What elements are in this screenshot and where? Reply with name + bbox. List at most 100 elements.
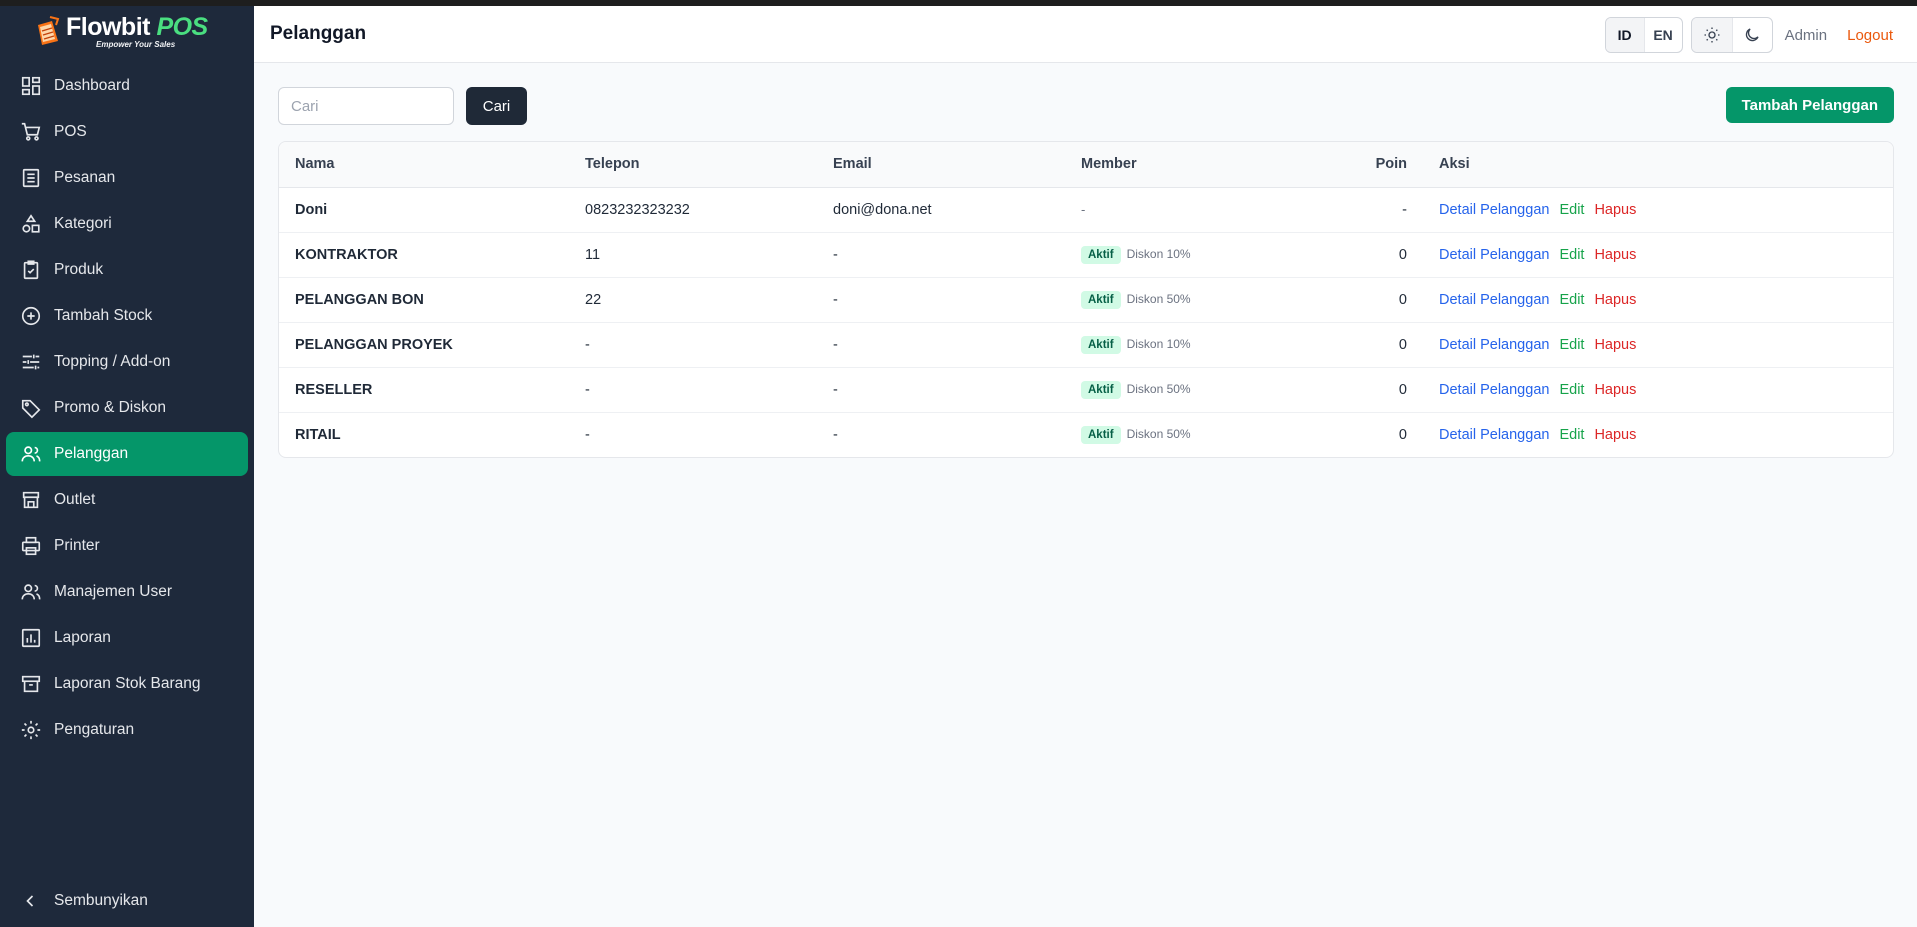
logout-link[interactable]: Logout <box>1847 27 1893 44</box>
column-header: Nama <box>279 142 585 188</box>
member-discount: Diskon 10% <box>1126 246 1191 261</box>
customer-email: - <box>833 322 1081 368</box>
store-icon <box>22 491 40 509</box>
sidebar-item-produk[interactable]: Produk <box>6 248 248 292</box>
delete-customer-link[interactable]: Hapus <box>1594 247 1636 263</box>
edit-customer-link[interactable]: Edit <box>1559 292 1584 308</box>
customer-member: Aktif Diskon 10% <box>1081 322 1329 368</box>
customer-name: PELANGGAN BON <box>279 277 585 323</box>
page-title: Pelanggan <box>270 23 367 44</box>
bar-chart-icon <box>21 628 41 648</box>
sidebar-item-outlet[interactable]: Outlet <box>6 478 248 522</box>
customer-email: - <box>833 426 838 443</box>
detail-customer-link[interactable]: Detail Pelanggan <box>1439 337 1549 353</box>
column-header: Aksi <box>1407 142 1893 188</box>
lang-id-button[interactable]: ID <box>1605 18 1644 52</box>
delete-customer-link[interactable]: Hapus <box>1594 427 1636 443</box>
detail-customer-link[interactable]: Detail Pelanggan <box>1439 427 1549 443</box>
customer-email: - <box>833 232 1081 278</box>
tag-icon <box>21 399 41 419</box>
customer-phone: - <box>585 322 833 368</box>
sidebar-item-kategori[interactable]: Kategori <box>6 202 248 246</box>
customer-member: Aktif Diskon 50% <box>1081 412 1329 457</box>
table-row: RESELLER - - Aktif Diskon 50% 0 Detail Pe… <box>279 367 1893 413</box>
sidebar-item-printer[interactable]: Printer <box>6 524 248 568</box>
sidebar-item-label: Topping / Add-on <box>54 353 171 370</box>
customer-name: KONTRAKTOR <box>279 232 585 278</box>
customer-phone: 11 <box>585 232 833 278</box>
sidebar-item-label: Manajemen User <box>54 583 173 600</box>
dark-theme-button[interactable] <box>1731 18 1772 52</box>
sidebar-item-label: Tambah Stock <box>54 307 153 324</box>
sidebar-item-label: POS <box>54 123 87 140</box>
sidebar-item-topping[interactable]: Topping / Add-on <box>6 340 248 384</box>
customer-name: PELANGGAN PROYEK <box>279 322 585 368</box>
member-discount: Diskon 50% <box>1126 381 1191 396</box>
edit-customer-link[interactable]: Edit <box>1559 427 1584 443</box>
edit-customer-link[interactable]: Edit <box>1559 337 1584 353</box>
sidebar-nav: Dashboard POS Pesanan Kategori Produk Ta… <box>0 64 254 752</box>
table-header-row: Nama Telepon Email Member Poin Aksi <box>279 142 1893 188</box>
row-actions: Detail Pelanggan Edit Hapus <box>1407 322 1893 368</box>
chevron-left-icon <box>26 895 34 907</box>
detail-customer-link[interactable]: Detail Pelanggan <box>1439 382 1549 398</box>
sidebar-item-label: Printer <box>54 537 100 554</box>
edit-customer-link[interactable]: Edit <box>1559 202 1584 218</box>
sidebar-item-laporan-stok[interactable]: Laporan Stok Barang <box>6 662 248 706</box>
column-header: Telepon <box>585 142 833 188</box>
sidebar-item-dashboard[interactable]: Dashboard <box>6 64 248 108</box>
customer-phone: - <box>585 426 590 443</box>
language-switcher: ID EN <box>1604 17 1683 53</box>
logo[interactable]: Flowbit POS Empower Your Sales <box>0 6 254 58</box>
customer-name: RITAIL <box>295 426 341 443</box>
receipt-icon <box>22 168 40 188</box>
delete-customer-link[interactable]: Hapus <box>1594 292 1636 308</box>
column-header: Email <box>833 142 1081 188</box>
detail-customer-link[interactable]: Detail Pelanggan <box>1439 247 1549 263</box>
column-header: Member <box>1081 142 1329 188</box>
sidebar-item-pelanggan[interactable]: Pelanggan <box>6 432 248 476</box>
cart-icon <box>21 122 41 141</box>
sidebar-item-label: Pelanggan <box>54 445 129 462</box>
sidebar-item-promo[interactable]: Promo & Diskon <box>6 386 248 430</box>
customer-points: 0 <box>1398 426 1407 443</box>
table-row: KONTRAKTOR 11 - Aktif Diskon 10% 0 Detail… <box>279 232 1893 278</box>
customer-member: Aktif Diskon 50% <box>1081 277 1329 323</box>
member-status-badge: Aktif <box>1081 335 1121 354</box>
search-input[interactable] <box>278 87 454 125</box>
detail-customer-link[interactable]: Detail Pelanggan <box>1439 292 1549 308</box>
sidebar-item-label: Laporan <box>54 629 111 646</box>
delete-customer-link[interactable]: Hapus <box>1594 382 1636 398</box>
sidebar-item-laporan[interactable]: Laporan <box>6 616 248 660</box>
delete-customer-link[interactable]: Hapus <box>1594 202 1636 218</box>
sidebar-collapse-label: Sembunyikan <box>54 892 148 909</box>
lang-en-button[interactable]: EN <box>1643 18 1682 52</box>
sidebar-item-manajemen-user[interactable]: Manajemen User <box>6 570 248 614</box>
customer-table: Nama Telepon Email Member Poin Aksi Doni… <box>279 142 1893 457</box>
archive-icon <box>21 675 41 693</box>
edit-customer-link[interactable]: Edit <box>1559 382 1584 398</box>
detail-customer-link[interactable]: Detail Pelanggan <box>1439 202 1549 218</box>
customer-email: - <box>833 277 1081 323</box>
delete-customer-link[interactable]: Hapus <box>1594 337 1636 353</box>
light-theme-button[interactable] <box>1691 18 1732 52</box>
customer-name: RESELLER <box>279 367 585 413</box>
sidebar-item-pesanan[interactable]: Pesanan <box>6 156 248 200</box>
brand-tagline: Empower Your Sales <box>96 40 176 49</box>
customer-points: 0 <box>1329 277 1407 323</box>
sidebar-item-tambah-stock[interactable]: Tambah Stock <box>6 294 248 338</box>
add-customer-button[interactable]: Tambah Pelanggan <box>1725 87 1894 123</box>
sidebar-item-pengaturan[interactable]: Pengaturan <box>6 708 248 752</box>
sidebar-collapse-button[interactable]: Sembunyikan <box>6 881 248 921</box>
customer-points: - <box>1329 187 1407 233</box>
edit-customer-link[interactable]: Edit <box>1559 247 1584 263</box>
row-actions: Detail Pelanggan Edit Hapus <box>1407 277 1893 323</box>
sidebar-item-pos[interactable]: POS <box>6 110 248 154</box>
member-status-badge: Aktif <box>1081 245 1121 264</box>
customer-email: - <box>833 367 1081 413</box>
table-row: Doni 0823232323232 doni@dona.net - - Det… <box>279 187 1893 233</box>
row-actions: Detail Pelanggan Edit Hapus <box>1407 232 1893 278</box>
search-button[interactable]: Cari <box>466 87 527 125</box>
user-group-icon <box>21 584 41 600</box>
logo-mark-icon <box>34 15 62 49</box>
